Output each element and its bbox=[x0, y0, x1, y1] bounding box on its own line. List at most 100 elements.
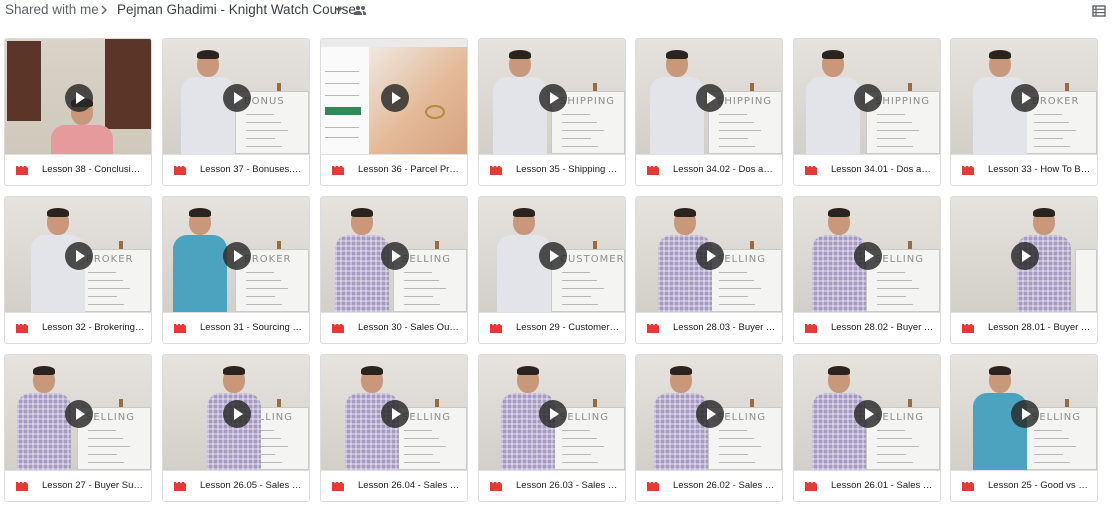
play-button[interactable] bbox=[696, 242, 724, 270]
file-caption[interactable]: Lesson 28.03 - Buyer Types.mp4 bbox=[636, 312, 782, 343]
file-caption[interactable]: Lesson 30 - Sales Outro.mp4 bbox=[321, 312, 467, 343]
play-button[interactable] bbox=[539, 400, 567, 428]
whiteboard-note-line bbox=[562, 438, 597, 439]
video-thumbnail[interactable]: BROKER bbox=[5, 197, 151, 312]
video-thumbnail[interactable]: SHIPPING bbox=[636, 39, 782, 154]
file-caption[interactable]: Lesson 37 - Bonuses.mp4 bbox=[163, 154, 309, 185]
file-card[interactable]: BROKER Lesson 33 - How To Broker.mp4 bbox=[950, 38, 1098, 186]
file-card[interactable]: SELLING Lesson 26.01 - Sales Strategies.m… bbox=[793, 354, 941, 502]
play-button[interactable] bbox=[854, 242, 882, 270]
play-icon bbox=[234, 408, 243, 420]
file-caption[interactable]: Lesson 36 - Parcel Pro Lesson.mp4 bbox=[321, 154, 467, 185]
play-button[interactable] bbox=[696, 400, 724, 428]
file-caption[interactable]: Lesson 26.05 - Sales Strategies.mp4 bbox=[163, 470, 309, 501]
play-button[interactable] bbox=[1011, 400, 1039, 428]
file-card[interactable]: SELLING Lesson 26.03 - Sales Strategies.m… bbox=[478, 354, 626, 502]
play-button[interactable] bbox=[854, 400, 882, 428]
video-thumbnail[interactable]: BONUS bbox=[163, 39, 309, 154]
file-card[interactable]: Lesson 36 - Parcel Pro Lesson.mp4 bbox=[320, 38, 468, 186]
file-card[interactable]: BONUS Lesson 37 - Bonuses.mp4 bbox=[162, 38, 310, 186]
video-thumbnail[interactable]: BROKER bbox=[951, 39, 1097, 154]
file-caption[interactable]: Lesson 29 - Customer Service.mp4 bbox=[479, 312, 625, 343]
file-name: Lesson 26.05 - Sales Strategies.mp4 bbox=[200, 480, 303, 491]
file-card[interactable]: SELLING Lesson 25 - Good vs Bad.mp4 bbox=[950, 354, 1098, 502]
play-button[interactable] bbox=[381, 242, 409, 270]
play-button[interactable] bbox=[539, 84, 567, 112]
video-thumbnail[interactable] bbox=[5, 39, 151, 154]
video-thumbnail[interactable]: SELLING bbox=[636, 355, 782, 470]
file-card[interactable]: SELLING Lesson 27 - Buyer Support.mp4 bbox=[4, 354, 152, 502]
file-card[interactable]: CUSTOMER Lesson 29 - Customer Service.mp4 bbox=[478, 196, 626, 344]
file-caption[interactable]: Lesson 28.02 - Buyer Types.mp4 bbox=[794, 312, 940, 343]
video-thumbnail[interactable]: SELLING bbox=[163, 355, 309, 470]
file-card[interactable]: SELLING Lesson 30 - Sales Outro.mp4 bbox=[320, 196, 468, 344]
file-card[interactable]: SHIPPING Lesson 34.01 - Dos and Donts.mp4 bbox=[793, 38, 941, 186]
presenter-shirt bbox=[173, 235, 227, 312]
breadcrumb-root[interactable]: Shared with me bbox=[5, 2, 99, 17]
whiteboard-note-line bbox=[562, 280, 597, 281]
file-caption[interactable]: Lesson 26.01 - Sales Strategies.mp4 bbox=[794, 470, 940, 501]
file-card[interactable]: SHIPPING Lesson 35 - Shipping Handling.mp… bbox=[478, 38, 626, 186]
file-caption[interactable]: Lesson 26.03 - Sales Strategies.mp4 bbox=[479, 470, 625, 501]
play-button[interactable] bbox=[65, 242, 93, 270]
video-thumbnail[interactable]: CUSTOMER bbox=[479, 197, 625, 312]
file-card[interactable]: SELLING Lesson 28.02 - Buyer Types.mp4 bbox=[793, 196, 941, 344]
file-caption[interactable]: Lesson 33 - How To Broker.mp4 bbox=[951, 154, 1097, 185]
video-thumbnail[interactable]: SELLING bbox=[321, 197, 467, 312]
play-button[interactable] bbox=[1011, 242, 1039, 270]
file-caption[interactable]: Lesson 35 - Shipping Handling.mp4 bbox=[479, 154, 625, 185]
video-thumbnail[interactable]: SELLING bbox=[951, 355, 1097, 470]
presenter-hair bbox=[361, 366, 383, 375]
presenter-hair bbox=[47, 208, 69, 217]
file-caption[interactable]: Lesson 28.01 - Buyer Types.mp4 bbox=[951, 312, 1097, 343]
play-button[interactable] bbox=[1011, 84, 1039, 112]
file-caption[interactable]: Lesson 31 - Sourcing Brokers.mp4 bbox=[163, 312, 309, 343]
file-card[interactable]: BROKER Lesson 32 - Brokering Deals.mp4 bbox=[4, 196, 152, 344]
video-thumbnail[interactable] bbox=[951, 197, 1097, 312]
file-caption[interactable]: Lesson 25 - Good vs Bad.mp4 bbox=[951, 470, 1097, 501]
play-button[interactable] bbox=[696, 84, 724, 112]
file-card[interactable]: BROKER Lesson 31 - Sourcing Brokers.mp4 bbox=[162, 196, 310, 344]
whiteboard-heading: SELLING bbox=[875, 412, 924, 423]
list-view-icon[interactable] bbox=[1091, 3, 1107, 19]
video-thumbnail[interactable]: SELLING bbox=[794, 355, 940, 470]
file-caption[interactable]: Lesson 27 - Buyer Support.mp4 bbox=[5, 470, 151, 501]
file-caption[interactable]: Lesson 34.01 - Dos and Donts.mp4 bbox=[794, 154, 940, 185]
play-button[interactable] bbox=[223, 400, 251, 428]
video-thumbnail[interactable]: SELLING bbox=[636, 197, 782, 312]
video-thumbnail[interactable]: SHIPPING bbox=[479, 39, 625, 154]
video-thumbnail[interactable]: SELLING bbox=[321, 355, 467, 470]
file-card[interactable]: SELLING Lesson 26.02 - Sales Strategies.m… bbox=[635, 354, 783, 502]
breadcrumb-current-folder[interactable]: Pejman Ghadimi - Knight Watch Course bbox=[117, 2, 356, 17]
caret-down-icon[interactable] bbox=[333, 4, 345, 16]
website-header bbox=[321, 39, 467, 47]
file-card[interactable]: Lesson 38 - Conclusion.mp4 bbox=[4, 38, 152, 186]
play-button[interactable] bbox=[223, 242, 251, 270]
play-button[interactable] bbox=[65, 84, 93, 112]
video-thumbnail[interactable]: SELLING bbox=[5, 355, 151, 470]
whiteboard-heading: SELLING bbox=[402, 254, 451, 265]
video-thumbnail[interactable]: BROKER bbox=[163, 197, 309, 312]
file-caption[interactable]: Lesson 26.02 - Sales Strategies.mp4 bbox=[636, 470, 782, 501]
file-card[interactable]: SELLING Lesson 28.03 - Buyer Types.mp4 bbox=[635, 196, 783, 344]
file-name: Lesson 38 - Conclusion.mp4 bbox=[42, 164, 145, 175]
video-thumbnail[interactable]: SHIPPING bbox=[794, 39, 940, 154]
play-button[interactable] bbox=[381, 400, 409, 428]
file-caption[interactable]: Lesson 26.04 - Sales Strategies.mp4 bbox=[321, 470, 467, 501]
file-caption[interactable]: Lesson 38 - Conclusion.mp4 bbox=[5, 154, 151, 185]
whiteboard-note-line bbox=[719, 146, 755, 147]
play-button[interactable] bbox=[539, 242, 567, 270]
play-button[interactable] bbox=[65, 400, 93, 428]
play-button[interactable] bbox=[854, 84, 882, 112]
file-card[interactable]: SELLING Lesson 26.05 - Sales Strategies.m… bbox=[162, 354, 310, 502]
video-thumbnail[interactable]: SELLING bbox=[479, 355, 625, 470]
play-button[interactable] bbox=[223, 84, 251, 112]
file-caption[interactable]: Lesson 34.02 - Dos and Donts.mp4 bbox=[636, 154, 782, 185]
file-caption[interactable]: Lesson 32 - Brokering Deals.mp4 bbox=[5, 312, 151, 343]
file-card[interactable]: SHIPPING Lesson 34.02 - Dos and Donts.mp4 bbox=[635, 38, 783, 186]
file-card[interactable]: SELLING Lesson 26.04 - Sales Strategies.m… bbox=[320, 354, 468, 502]
video-thumbnail[interactable]: SELLING bbox=[794, 197, 940, 312]
video-thumbnail[interactable] bbox=[321, 39, 467, 154]
play-button[interactable] bbox=[381, 84, 409, 112]
file-card[interactable]: Lesson 28.01 - Buyer Types.mp4 bbox=[950, 196, 1098, 344]
